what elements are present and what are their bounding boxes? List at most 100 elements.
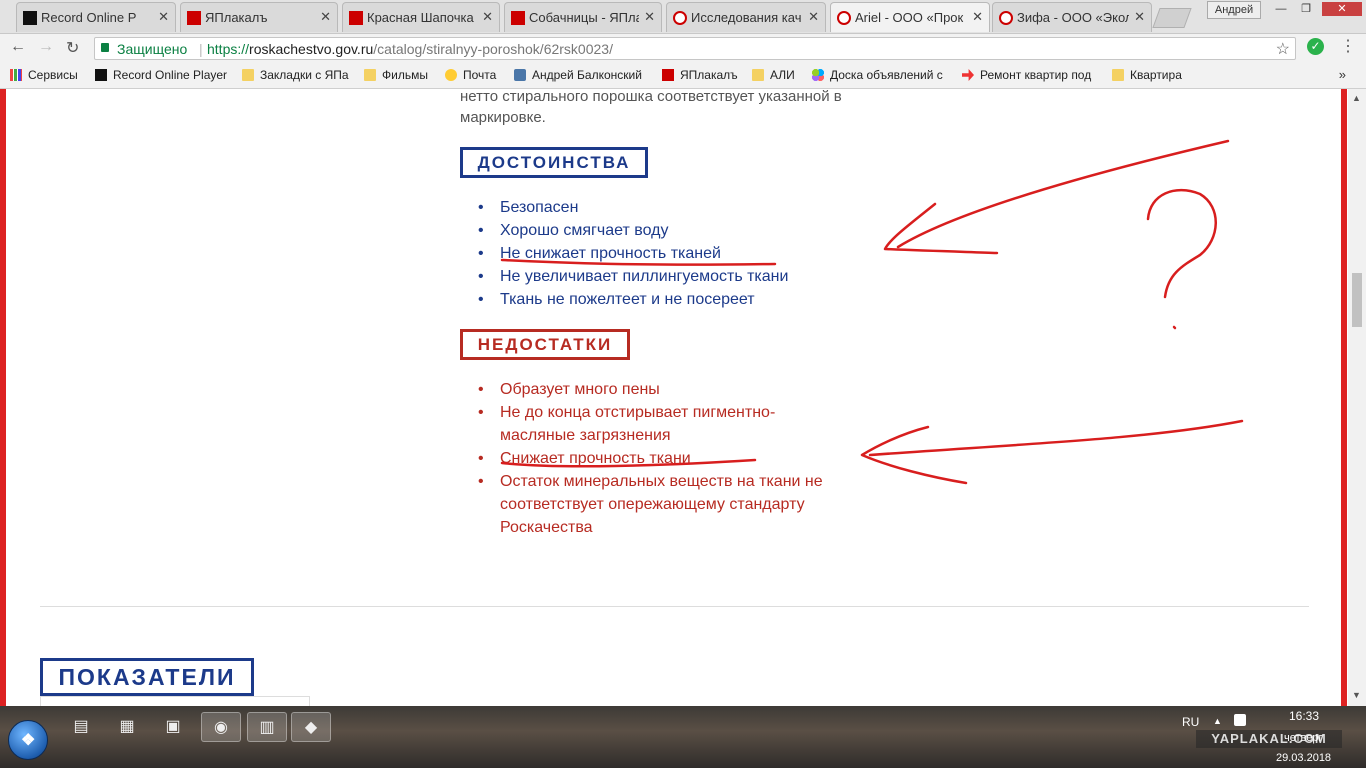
restore-button[interactable]: ❐ — [1295, 2, 1317, 16]
page-border-left — [0, 89, 6, 706]
scrollbar[interactable]: ▲ ▼ — [1348, 89, 1366, 706]
folder-icon — [242, 69, 254, 81]
page-border-right — [1341, 89, 1347, 706]
bookmark-label: Квартира — [1130, 68, 1182, 82]
menu-kebab-icon[interactable]: ⋮ — [1340, 36, 1356, 56]
yaplakal-icon — [187, 11, 201, 25]
cons-item: Не до конца отстирывает пигментно-маслян… — [460, 401, 820, 447]
network-icon[interactable] — [1234, 714, 1246, 726]
scroll-thumb[interactable] — [1352, 273, 1362, 327]
clock-day[interactable]: четверг — [1284, 732, 1323, 744]
bookmark-label: Почта — [463, 68, 497, 82]
bookmark-avito[interactable]: Доска объявлений с — [812, 68, 943, 82]
close-icon[interactable]: ✕ — [972, 9, 983, 25]
tab-ariel[interactable]: Ariel - ООО «Прок ✕ — [830, 2, 990, 32]
intro-text-line2: маркировке. — [460, 109, 546, 126]
page-content: нетто стирального порошка соответствует … — [0, 89, 1366, 706]
bookmark-label: Ремонт квартир под — [980, 68, 1092, 82]
bookmarks-bar: Сервисы Record Online Player Закладки с … — [0, 62, 1366, 89]
yaplakal-icon — [511, 11, 525, 25]
cons-heading: НЕДОСТАТКИ — [460, 329, 630, 360]
bookmark-films[interactable]: Фильмы — [364, 68, 428, 82]
close-icon[interactable]: ✕ — [808, 9, 819, 25]
arrow-to-cons-shaft — [868, 419, 1244, 457]
chrome-icon[interactable]: ◉ — [201, 712, 241, 742]
tab-red-riding-hood[interactable]: Красная Шапочка ✕ — [342, 2, 500, 32]
bookmark-star-icon[interactable]: ☆ — [1276, 39, 1290, 59]
bookmark-services[interactable]: Сервисы — [10, 68, 78, 82]
clock-time[interactable]: 16:33 — [1289, 709, 1319, 723]
tab-sobachnitsy[interactable]: Собачницы - ЯПла ✕ — [504, 2, 662, 32]
window-close-button[interactable]: ✕ — [1322, 2, 1362, 16]
tab-title: Ariel - ООО «Прок — [855, 10, 964, 25]
windows-taskbar: ❖ ▤ ▦ ▣ ◉ ▥ ◆ RU ▲ 16:33 YAPLAKAL.COM че… — [0, 706, 1366, 768]
roskachestvo-icon — [837, 11, 851, 25]
address-bar[interactable]: Защищено | https://roskachestvo.gov.ru/c… — [94, 37, 1296, 60]
url-text[interactable]: https://roskachestvo.gov.ru/catalog/stir… — [207, 41, 613, 57]
close-icon[interactable]: ✕ — [482, 9, 493, 25]
bookmark-mail[interactable]: Почта — [445, 68, 496, 82]
bookmark-vk[interactable]: Андрей Балконский — [514, 68, 642, 82]
save-disk-icon[interactable]: ▣ — [156, 712, 190, 742]
tray-expand-icon[interactable]: ▲ — [1213, 716, 1222, 726]
folders-icon[interactable]: ▥ — [247, 712, 287, 742]
close-icon[interactable]: ✕ — [644, 9, 655, 25]
bookmark-yaplakal[interactable]: ЯПлакалъ — [662, 68, 738, 82]
section-divider — [40, 606, 1309, 607]
bookmark-record-online[interactable]: Record Online Player — [95, 68, 227, 82]
bookmark-ali[interactable]: АЛИ — [752, 68, 795, 82]
folder-icon — [752, 69, 764, 81]
bookmark-label: Доска объявлений с — [830, 68, 943, 82]
tab-zifa[interactable]: Зифа - ООО «Экол ✕ — [992, 2, 1152, 32]
url-separator: | — [199, 41, 203, 57]
language-indicator[interactable]: RU — [1182, 715, 1199, 729]
cons-item: Образует много пены — [460, 378, 880, 401]
tab-title: Исследования кач — [691, 10, 802, 25]
tab-research[interactable]: Исследования кач ✕ — [666, 2, 826, 32]
close-icon[interactable]: ✕ — [320, 9, 331, 25]
reload-button[interactable]: ↻ — [66, 38, 79, 58]
close-icon[interactable]: ✕ — [1134, 9, 1145, 25]
forward-button[interactable]: → — [38, 38, 54, 56]
avito-icon — [812, 69, 824, 81]
close-icon[interactable]: ✕ — [158, 9, 169, 25]
start-button[interactable]: ❖ — [8, 720, 48, 760]
bookmark-apartment[interactable]: Квартира — [1112, 68, 1182, 82]
bookmark-label: Сервисы — [28, 68, 78, 82]
calculator-icon[interactable]: ▦ — [110, 712, 144, 742]
yaplakal-icon — [349, 11, 363, 25]
scroll-up-icon[interactable]: ▲ — [1352, 93, 1361, 103]
arrow-to-pros-shaft — [896, 139, 1230, 249]
apps-grid-icon — [10, 69, 22, 81]
new-tab-button[interactable] — [1152, 8, 1192, 28]
pros-item: Безопасен — [460, 196, 880, 219]
url-path: /catalog/stiralnyy-poroshok/62rsk0023/ — [373, 41, 613, 57]
tab-yaplakal[interactable]: ЯПлакалъ ✕ — [180, 2, 338, 32]
pros-item: Не увеличивает пиллингуемость ткани — [460, 265, 880, 288]
app-icon[interactable]: ◆ — [291, 712, 331, 742]
profile-button[interactable]: Андрей — [1207, 1, 1261, 19]
clock-date[interactable]: 29.03.2018 — [1276, 752, 1331, 764]
pros-item: Не снижает прочность тканей — [460, 242, 880, 265]
explorer-icon[interactable]: ▤ — [64, 712, 98, 742]
cons-item: Снижает прочность ткани — [460, 447, 880, 470]
cons-item: Остаток минеральных веществ на ткани не … — [460, 470, 860, 539]
browser-toolbar: ← → ↻ Защищено | https://roskachestvo.go… — [0, 34, 1366, 62]
tab-title: Красная Шапочка — [367, 10, 474, 25]
tab-title: Собачницы - ЯПла — [529, 10, 639, 25]
arrow-icon — [962, 69, 974, 81]
roskachestvo-icon — [999, 11, 1013, 25]
pros-list: Безопасен Хорошо смягчает воду Не снижае… — [460, 196, 880, 311]
bookmarks-overflow-button[interactable]: » — [1339, 67, 1346, 82]
back-button[interactable]: ← — [10, 38, 26, 56]
tab-title: Зифа - ООО «Экол — [1017, 10, 1129, 25]
scroll-down-icon[interactable]: ▼ — [1352, 690, 1361, 700]
url-host: roskachestvo.gov.ru — [249, 41, 374, 57]
bookmark-repair[interactable]: Ремонт квартир под — [962, 68, 1091, 82]
question-mark-dot — [1172, 325, 1177, 330]
bookmark-yap-folder[interactable]: Закладки с ЯПа — [242, 68, 349, 82]
indicators-heading: ПОКАЗАТЕЛИ — [40, 658, 254, 696]
tab-record-online[interactable]: Record Online P ✕ — [16, 2, 176, 32]
extension-check-icon[interactable]: ✓ — [1307, 38, 1324, 55]
minimize-button[interactable]: — — [1270, 2, 1292, 16]
